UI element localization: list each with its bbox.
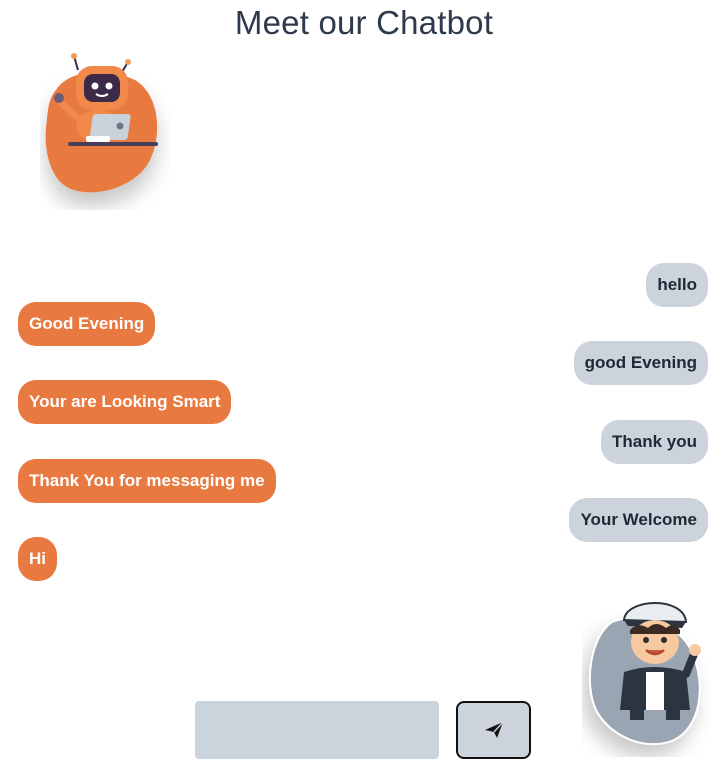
send-button[interactable]: [456, 701, 531, 759]
message-composer: [195, 701, 531, 759]
message-row: Hi: [18, 537, 708, 581]
page-title: Meet our Chatbot: [234, 4, 494, 41]
bot-message: Hi: [18, 537, 57, 581]
boy-character-icon: [588, 602, 701, 746]
user-message: hello: [646, 263, 708, 307]
message-row: Your are Looking Smart: [18, 380, 708, 424]
user-message: Your Welcome: [569, 498, 708, 542]
message-row: Good Evening: [18, 302, 708, 346]
chatbot-avatar: [40, 50, 170, 210]
bot-message: Good Evening: [18, 302, 156, 346]
message-row: hello: [18, 263, 708, 307]
user-avatar: [582, 592, 712, 757]
robot-icon: [45, 53, 158, 193]
message-input[interactable]: [195, 701, 439, 759]
paper-plane-icon: [484, 721, 504, 738]
user-message: Thank you: [600, 420, 708, 464]
bot-message: Thank You for messaging me: [18, 459, 276, 503]
chat-conversation: hello Good Evening good Evening Your are…: [18, 263, 708, 581]
message-row: Your Welcome: [18, 498, 708, 542]
message-row: good Evening: [18, 341, 708, 385]
message-row: Thank You for messaging me: [18, 459, 708, 503]
user-message: good Evening: [573, 341, 708, 385]
message-row: Thank you: [18, 420, 708, 464]
bot-message: Your are Looking Smart: [18, 380, 232, 424]
